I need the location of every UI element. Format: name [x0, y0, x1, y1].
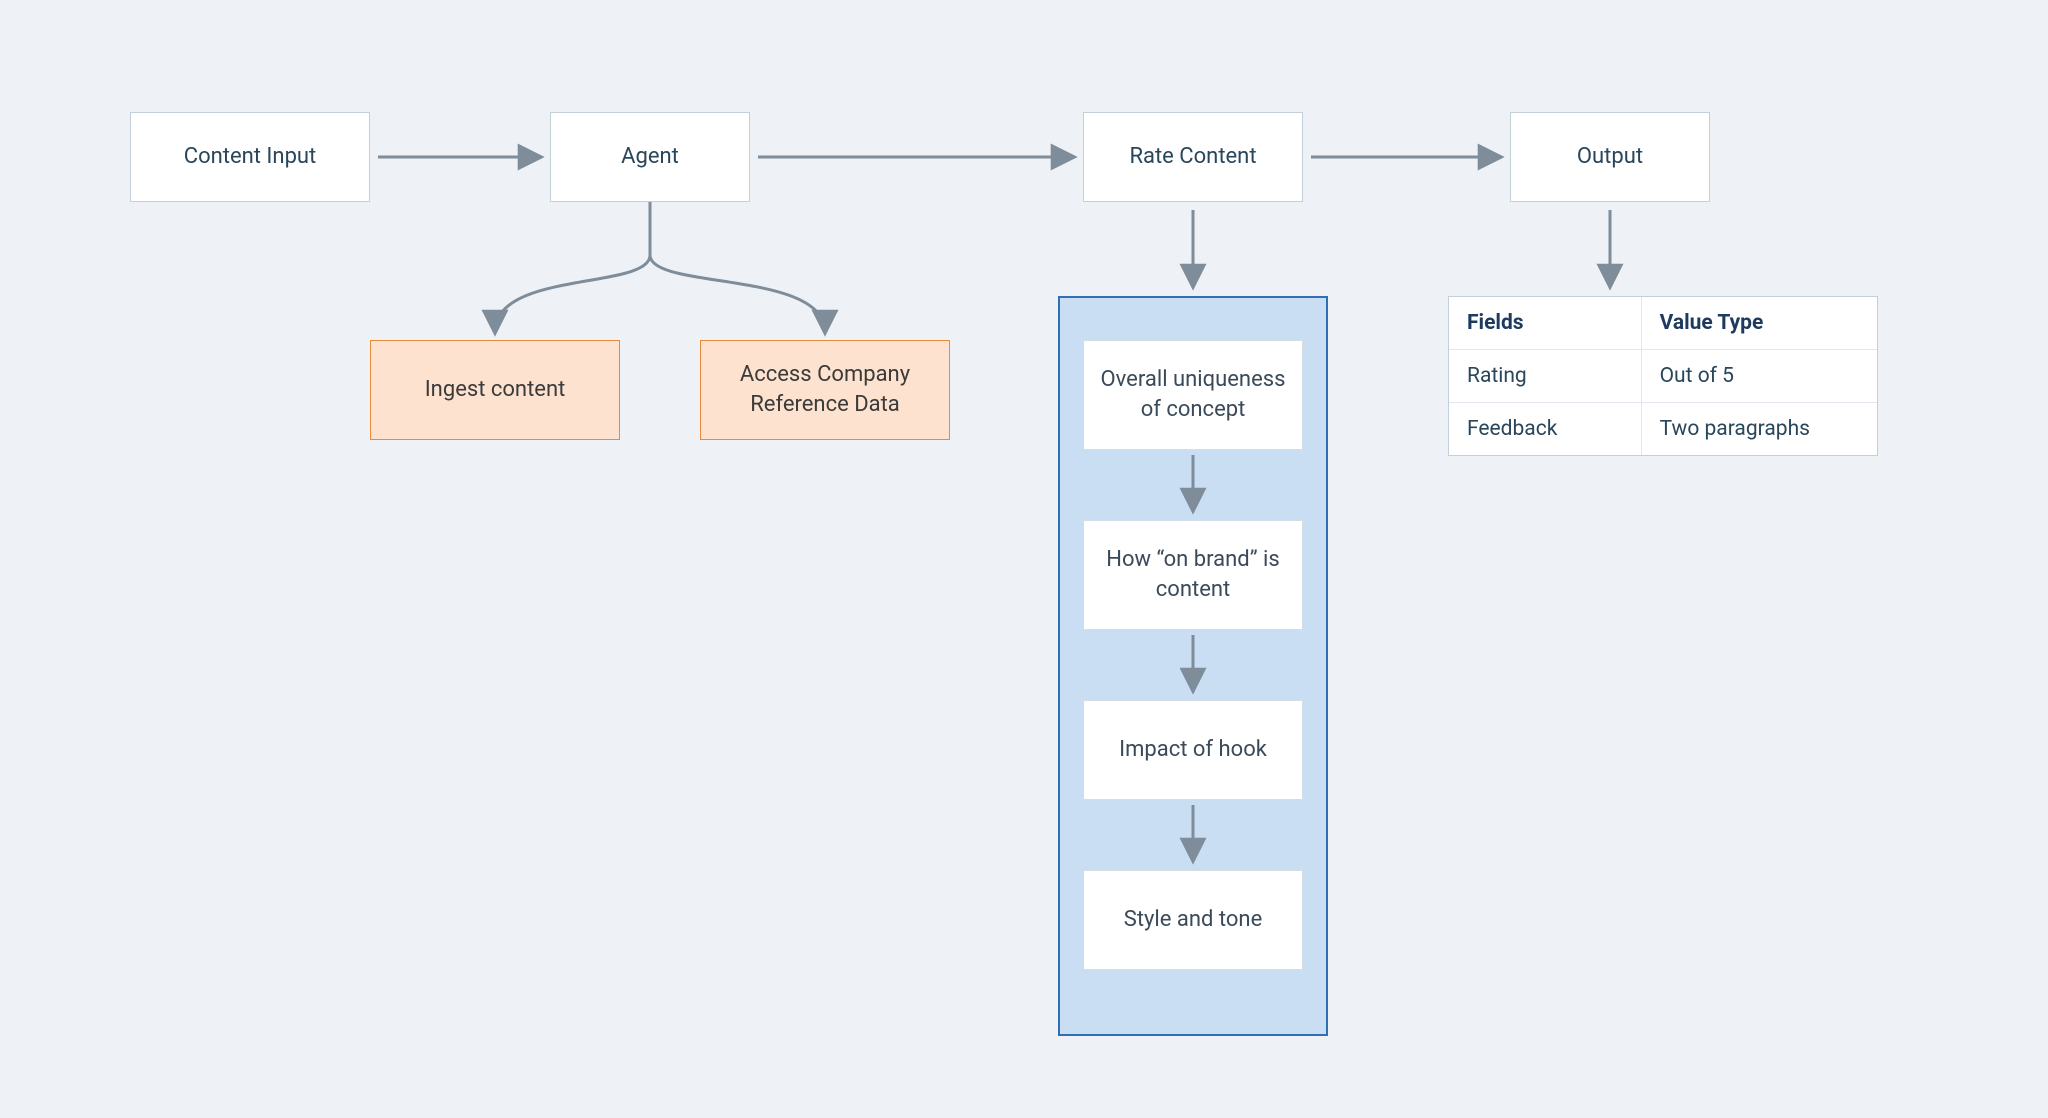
diagram-canvas: Content Input Agent Rate Content Output …: [0, 0, 2048, 1118]
table-cell-value: Two paragraphs: [1642, 403, 1877, 455]
node-content-input: Content Input: [130, 112, 370, 202]
arrow-agent-fork: [495, 202, 825, 332]
node-ingest-content: Ingest content: [370, 340, 620, 440]
table-header-fields: Fields: [1449, 297, 1642, 349]
step-uniqueness: Overall uniqueness of concept: [1083, 340, 1303, 450]
node-label: Agent: [621, 142, 679, 172]
step-style-and-tone: Style and tone: [1083, 870, 1303, 970]
table-header-value: Value Type: [1642, 297, 1877, 349]
step-on-brand: How “on brand” is content: [1083, 520, 1303, 630]
node-label: Content Input: [184, 142, 317, 172]
node-label: Access Company Reference Data: [717, 360, 933, 419]
node-label: Output: [1577, 142, 1643, 172]
node-rate-content: Rate Content: [1083, 112, 1303, 202]
node-access-reference-data: Access Company Reference Data: [700, 340, 950, 440]
node-agent: Agent: [550, 112, 750, 202]
table-cell-value: Out of 5: [1642, 350, 1877, 402]
node-label: Rate Content: [1129, 142, 1256, 172]
step-label: How “on brand” is content: [1100, 545, 1286, 604]
step-label: Style and tone: [1124, 905, 1262, 935]
step-label: Impact of hook: [1119, 735, 1267, 765]
table-output: Fields Value Type Rating Out of 5 Feedba…: [1448, 296, 1878, 456]
table-row: Rating Out of 5: [1449, 350, 1877, 403]
node-output: Output: [1510, 112, 1710, 202]
node-label: Ingest content: [425, 375, 566, 405]
step-label: Overall uniqueness of concept: [1100, 365, 1286, 424]
table-header-row: Fields Value Type: [1449, 297, 1877, 350]
table-cell-field: Rating: [1449, 350, 1642, 402]
table-row: Feedback Two paragraphs: [1449, 403, 1877, 455]
table-cell-field: Feedback: [1449, 403, 1642, 455]
step-impact-of-hook: Impact of hook: [1083, 700, 1303, 800]
